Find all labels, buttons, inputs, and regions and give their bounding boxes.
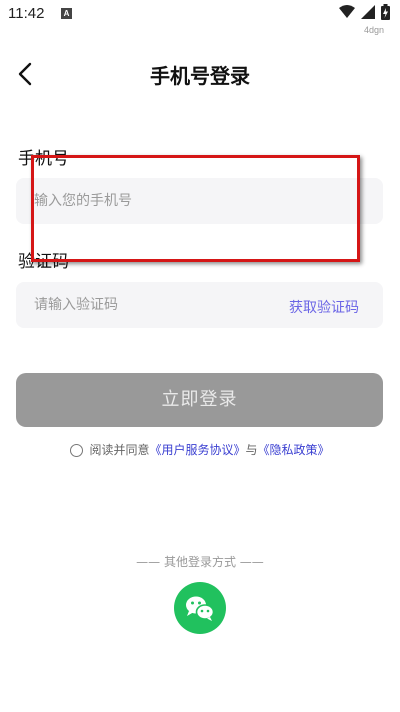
status-icons xyxy=(339,4,390,20)
other-login-label: —— 其他登录方式 —— xyxy=(136,555,264,569)
agree-radio[interactable] xyxy=(70,444,84,457)
status-time: 11:42 xyxy=(8,5,45,22)
wifi-icon xyxy=(339,5,355,18)
agreement-conjunction: 与 xyxy=(245,443,258,457)
user-agreement-link[interactable]: 《用户服务协议》 xyxy=(149,443,245,457)
highlight-box xyxy=(31,155,360,262)
agreement-prefix: 阅读并同意 xyxy=(89,443,150,457)
privacy-policy-link[interactable]: 《隐私政策》 xyxy=(258,443,330,457)
notification-a-icon: A xyxy=(61,8,72,19)
watermark: 4dgn xyxy=(364,25,385,35)
code-field: 获取验证码 xyxy=(16,282,383,328)
status-bar: 11:42 A xyxy=(0,0,400,28)
login-button[interactable]: 立即登录 xyxy=(16,373,383,427)
signal-icon xyxy=(361,5,375,19)
wechat-icon xyxy=(186,596,215,621)
page-title: 手机号登录 xyxy=(150,64,250,88)
agreement-row: 阅读并同意《用户服务协议》与《隐私政策》 xyxy=(0,441,400,458)
battery-icon xyxy=(381,4,390,20)
get-code-button[interactable]: 获取验证码 xyxy=(289,297,359,317)
wechat-login-button[interactable] xyxy=(174,582,226,634)
